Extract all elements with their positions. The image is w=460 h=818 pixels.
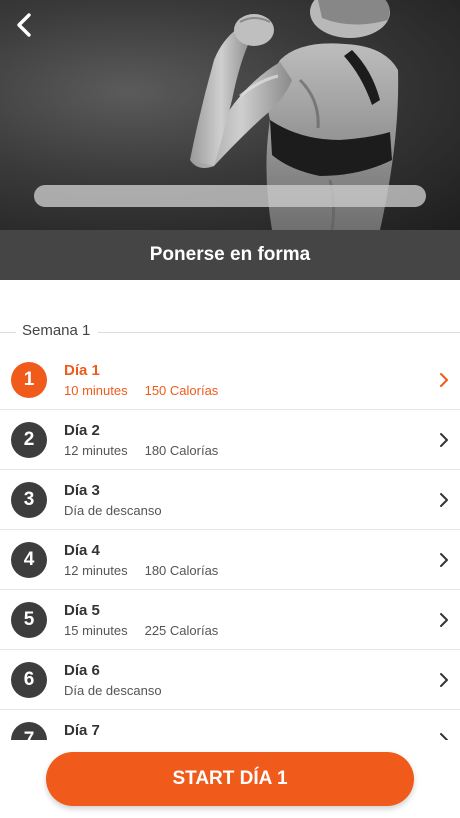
rest-label: Día de descanso	[64, 503, 162, 518]
day-number-badge: 4	[11, 542, 47, 578]
chevron-left-icon	[17, 13, 31, 37]
day-row-5[interactable]: 5 Día 5 15 minutes 225 Calorías	[0, 590, 460, 650]
day-row-1[interactable]: 1 Día 1 10 minutes 150 Calorías	[0, 350, 460, 410]
duration-label: 12 minutes	[64, 563, 128, 578]
day-number-badge: 6	[11, 662, 47, 698]
day-number-badge: 5	[11, 602, 47, 638]
week-header: Semana 1	[0, 320, 460, 344]
rest-label: Día de descanso	[64, 683, 162, 698]
day-number-badge: 7	[11, 722, 47, 740]
day-details: Día de descanso	[64, 683, 162, 698]
day-row-6[interactable]: 6 Día 6 Día de descanso	[0, 650, 460, 710]
start-day-button[interactable]: START DÍA 1	[46, 752, 414, 806]
day-details: 15 minutes 225 Calorías	[64, 623, 218, 638]
back-button[interactable]	[6, 8, 40, 42]
day-title: Día 1	[64, 362, 100, 379]
week-label: Semana 1	[22, 322, 91, 339]
chevron-right-icon	[440, 493, 448, 507]
duration-label: 15 minutes	[64, 623, 128, 638]
day-title: Día 4	[64, 542, 100, 559]
day-number-badge: 1	[11, 362, 47, 398]
day-details: 10 minutes 150 Calorías	[64, 383, 218, 398]
day-row-2[interactable]: 2 Día 2 12 minutes 180 Calorías	[0, 410, 460, 470]
day-details: 12 minutes 180 Calorías	[64, 563, 218, 578]
chevron-right-icon	[440, 613, 448, 627]
day-title: Día 7	[64, 722, 100, 739]
day-title: Día 3	[64, 482, 100, 499]
duration-label: 10 minutes	[64, 383, 128, 398]
divider	[98, 332, 460, 333]
duration-label: 12 minutes	[64, 443, 128, 458]
calories-label: 180 Calorías	[144, 563, 219, 578]
plan-title-bar: Ponerse en forma	[0, 230, 460, 280]
calories-label: 225 Calorías	[144, 623, 219, 638]
chevron-right-icon	[440, 733, 448, 740]
day-row-4[interactable]: 4 Día 4 12 minutes 180 Calorías	[0, 530, 460, 590]
day-title: Día 5	[64, 602, 100, 619]
hero-banner	[0, 0, 460, 230]
chevron-right-icon	[440, 673, 448, 687]
day-list: 1 Día 1 10 minutes 150 Calorías 2 Día 2 12 min…	[0, 350, 460, 740]
day-row-7[interactable]: 7 Día 7	[0, 710, 460, 740]
plan-title: Ponerse en forma	[149, 244, 311, 265]
chevron-right-icon	[440, 373, 448, 387]
day-title: Día 2	[64, 422, 100, 439]
day-number-badge: 3	[11, 482, 47, 518]
divider	[0, 332, 16, 333]
day-details: Día de descanso	[64, 503, 162, 518]
day-number-badge: 2	[11, 422, 47, 458]
chevron-right-icon	[440, 553, 448, 567]
calories-label: 180 Calorías	[144, 443, 219, 458]
day-row-3[interactable]: 3 Día 3 Día de descanso	[0, 470, 460, 530]
plan-progress-bar	[34, 185, 426, 207]
chevron-right-icon	[440, 433, 448, 447]
calories-label: 150 Calorías	[144, 383, 219, 398]
day-title: Día 6	[64, 662, 100, 679]
day-details: 12 minutes 180 Calorías	[64, 443, 218, 458]
